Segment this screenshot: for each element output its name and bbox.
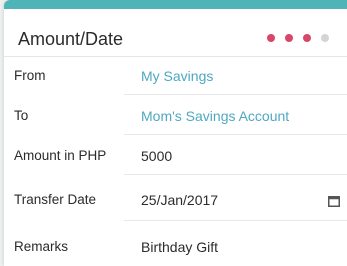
amount-field[interactable]: 5000 (141, 148, 172, 164)
card-header: Amount/Date (4, 9, 347, 57)
calendar-icon[interactable] (328, 194, 340, 207)
remarks-label: Remarks (14, 239, 69, 254)
step-dot-4 (321, 34, 329, 42)
amount-label: Amount in PHP (14, 148, 107, 163)
from-account-link[interactable]: My Savings (141, 68, 213, 84)
from-label: From (14, 68, 46, 83)
divider (124, 174, 347, 175)
remarks-field[interactable]: Birthday Gift (141, 239, 218, 255)
divider (124, 134, 347, 135)
step-dot-3 (303, 34, 311, 42)
transfer-date-field[interactable]: 25/Jan/2017 (141, 192, 218, 208)
to-label: To (14, 108, 29, 123)
page-title: Amount/Date (18, 29, 124, 49)
transfer-date-label: Transfer Date (14, 192, 97, 207)
divider (124, 220, 347, 221)
step-dot-2 (285, 34, 293, 42)
step-dot-1 (267, 34, 275, 42)
to-account-link[interactable]: Mom's Savings Account (141, 108, 289, 124)
divider (124, 94, 347, 95)
